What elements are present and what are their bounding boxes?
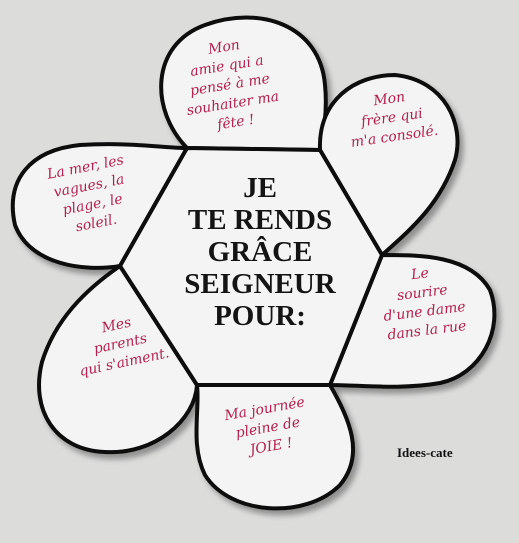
- center-line: TE RENDS: [187, 204, 333, 236]
- petal-right-text: Le sourire d'une dame dans la rue: [362, 258, 485, 347]
- center-line: SEIGNEUR: [184, 268, 336, 300]
- center-line: POUR:: [214, 300, 306, 332]
- center-line: JE: [243, 172, 277, 204]
- watermark: Idees-cate: [397, 445, 453, 460]
- center-title: JE TE RENDS GRÂCE SEIGNEUR POUR:: [150, 172, 370, 332]
- center-line: GRÂCE: [207, 236, 313, 268]
